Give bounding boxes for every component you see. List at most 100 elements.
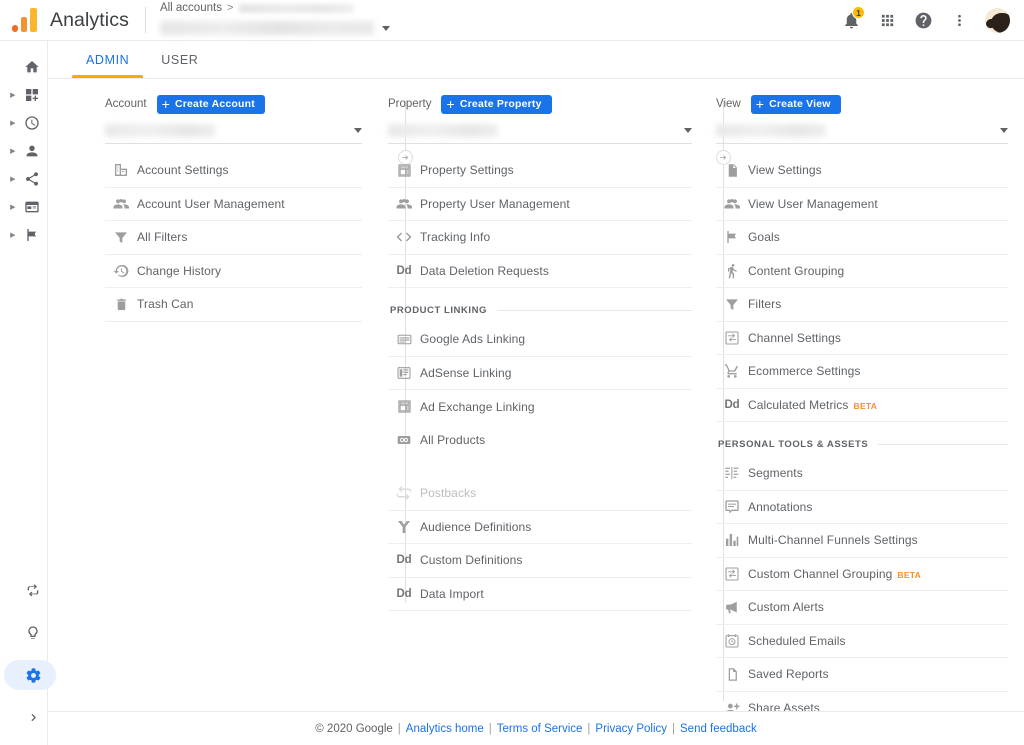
tab-user[interactable]: USER <box>145 41 214 78</box>
menu-item-label: Trash Can <box>137 297 193 311</box>
footer-link-analytics-home[interactable]: Analytics home <box>406 723 484 735</box>
menu-item-tracking-info[interactable]: Tracking Info <box>388 221 692 255</box>
menu-item-property-settings[interactable]: Property Settings <box>388 154 692 188</box>
menu-item-label: Share Assets <box>748 701 820 711</box>
chevron-down-icon[interactable] <box>684 128 692 133</box>
menu-item-account-settings[interactable]: Account Settings <box>105 154 362 188</box>
account-column-header: Account + Create Account <box>105 93 362 115</box>
rail-item-expand[interactable] <box>0 703 48 731</box>
menu-item-account-user-management[interactable]: Account User Management <box>105 188 362 222</box>
menu-item-label: Tracking Info <box>420 230 490 244</box>
menu-item-label: Ad Exchange Linking <box>420 400 535 414</box>
people-icon <box>388 195 420 213</box>
rail-item-discover[interactable] <box>0 619 48 647</box>
apps-grid-icon[interactable] <box>870 3 904 37</box>
menu-item-scheduled-emails[interactable]: Scheduled Emails <box>716 625 1008 659</box>
menu-item-saved-reports[interactable]: Saved Reports <box>716 658 1008 692</box>
chevron-down-icon[interactable] <box>354 128 362 133</box>
breadcrumb[interactable]: All accounts > <box>160 1 390 15</box>
footer-link-privacy-policy[interactable]: Privacy Policy <box>595 723 667 735</box>
menu-item-data-deletion-requests[interactable]: Dd Data Deletion Requests <box>388 255 692 289</box>
view-column: View + Create View View Settings <box>708 93 1024 711</box>
menu-item-google-ads-linking[interactable]: Google Ads Linking <box>388 323 692 357</box>
footer-link-terms-of-service[interactable]: Terms of Service <box>497 723 583 735</box>
property-column-header: Property + Create Property <box>388 93 692 115</box>
rail-item-attribution[interactable] <box>0 577 48 605</box>
menu-item-channel-settings[interactable]: Channel Settings <box>716 322 1008 356</box>
home-icon <box>18 59 47 75</box>
audience-icon <box>388 519 420 535</box>
menu-item-custom-alerts[interactable]: Custom Alerts <box>716 591 1008 625</box>
menu-item-label: Channel Settings <box>748 331 841 345</box>
avatar[interactable] <box>985 8 1010 33</box>
rail-item-admin[interactable] <box>0 661 48 689</box>
chevron-down-icon[interactable] <box>1000 128 1008 133</box>
menu-item-view-settings[interactable]: View Settings <box>716 154 1008 188</box>
rail-item-realtime[interactable]: ▶ <box>0 109 47 137</box>
breadcrumb-all-accounts[interactable]: All accounts <box>160 1 222 15</box>
people-icon <box>716 195 748 213</box>
more-vertical-icon[interactable] <box>942 3 976 37</box>
chevron-right-icon[interactable]: ▶ <box>8 176 18 183</box>
menu-item-adsense-linking[interactable]: AdSense Linking <box>388 357 692 391</box>
menu-item-change-history[interactable]: Change History <box>105 255 362 289</box>
menu-item-all-filters[interactable]: All Filters <box>105 221 362 255</box>
create-property-button[interactable]: + Create Property <box>441 95 551 114</box>
menu-item-label: Saved Reports <box>748 667 829 681</box>
menu-item-multi-channel-funnels-settings[interactable]: Multi-Channel Funnels Settings <box>716 524 1008 558</box>
chevron-right-icon[interactable]: ▶ <box>8 204 18 211</box>
menu-item-content-grouping[interactable]: Content Grouping <box>716 255 1008 289</box>
property-menu: Property Settings Property User Manageme… <box>388 154 692 611</box>
rail-item-home[interactable] <box>0 53 47 81</box>
menu-item-ecommerce-settings[interactable]: Ecommerce Settings <box>716 355 1008 389</box>
menu-item-share-assets[interactable]: Share Assets <box>716 692 1008 712</box>
menu-item-trash-can[interactable]: Trash Can <box>105 288 362 322</box>
breadcrumb-separator: > <box>227 1 233 15</box>
chevron-right-icon[interactable]: ▶ <box>8 148 18 155</box>
create-account-button[interactable]: + Create Account <box>157 95 265 114</box>
menu-item-view-user-management[interactable]: View User Management <box>716 188 1008 222</box>
rail-item-customization[interactable]: ▶ <box>0 81 47 109</box>
account-selector[interactable] <box>105 118 362 144</box>
left-nav-rail: ▶ ▶ ▶ ▶ ▶ ▶ <box>0 0 48 745</box>
view-selector[interactable] <box>716 118 1008 144</box>
create-view-button[interactable]: + Create View <box>751 95 841 114</box>
redacted-view-value <box>716 124 826 137</box>
property-selector[interactable] <box>388 118 692 144</box>
rail-item-conversions[interactable]: ▶ <box>0 221 47 249</box>
menu-item-label: Google Ads Linking <box>420 332 525 346</box>
section-rule <box>878 444 1008 445</box>
menu-item-annotations[interactable]: Annotations <box>716 491 1008 525</box>
menu-item-custom-definitions[interactable]: Dd Custom Definitions <box>388 544 692 578</box>
menu-item-filters[interactable]: Filters <box>716 288 1008 322</box>
rail-item-acquisition[interactable]: ▶ <box>0 165 47 193</box>
footer-link-send-feedback[interactable]: Send feedback <box>680 723 757 735</box>
rail-item-behavior[interactable]: ▶ <box>0 193 47 221</box>
menu-item-data-import[interactable]: Dd Data Import <box>388 578 692 612</box>
account-property-view-select[interactable] <box>160 17 390 39</box>
chevron-down-icon[interactable] <box>382 26 390 31</box>
chevron-right-icon[interactable]: ▶ <box>8 92 18 99</box>
menu-item-property-user-management[interactable]: Property User Management <box>388 188 692 222</box>
menu-item-segments[interactable]: Segments <box>716 457 1008 491</box>
account-switcher[interactable]: All accounts > <box>160 1 390 39</box>
menu-item-custom-channel-grouping[interactable]: Custom Channel GroupingBETA <box>716 558 1008 592</box>
megaphone-icon <box>716 599 748 616</box>
notification-badge: 1 <box>852 6 865 19</box>
tab-bar: ADMIN USER <box>48 41 1024 79</box>
notifications-bell-icon[interactable]: 1 <box>834 3 868 37</box>
rail-item-audience[interactable]: ▶ <box>0 137 47 165</box>
tab-admin[interactable]: ADMIN <box>70 41 145 78</box>
menu-item-goals[interactable]: Goals <box>716 221 1008 255</box>
menu-item-ad-exchange-linking[interactable]: Ad Exchange Linking <box>388 390 692 424</box>
person-add-icon <box>716 700 748 711</box>
menu-item-audience-definitions[interactable]: Audience Definitions <box>388 511 692 545</box>
menu-item-calculated-metrics[interactable]: Dd Calculated MetricsBETA <box>716 389 1008 423</box>
menu-item-all-products[interactable]: All Products <box>388 424 692 458</box>
menu-item-label: Property User Management <box>420 197 570 211</box>
chevron-right-icon[interactable]: ▶ <box>8 120 18 127</box>
chevron-right-icon[interactable]: ▶ <box>8 232 18 239</box>
cart-icon <box>716 363 748 379</box>
left-nav-rail-bottom <box>0 577 48 731</box>
help-icon[interactable] <box>906 3 940 37</box>
